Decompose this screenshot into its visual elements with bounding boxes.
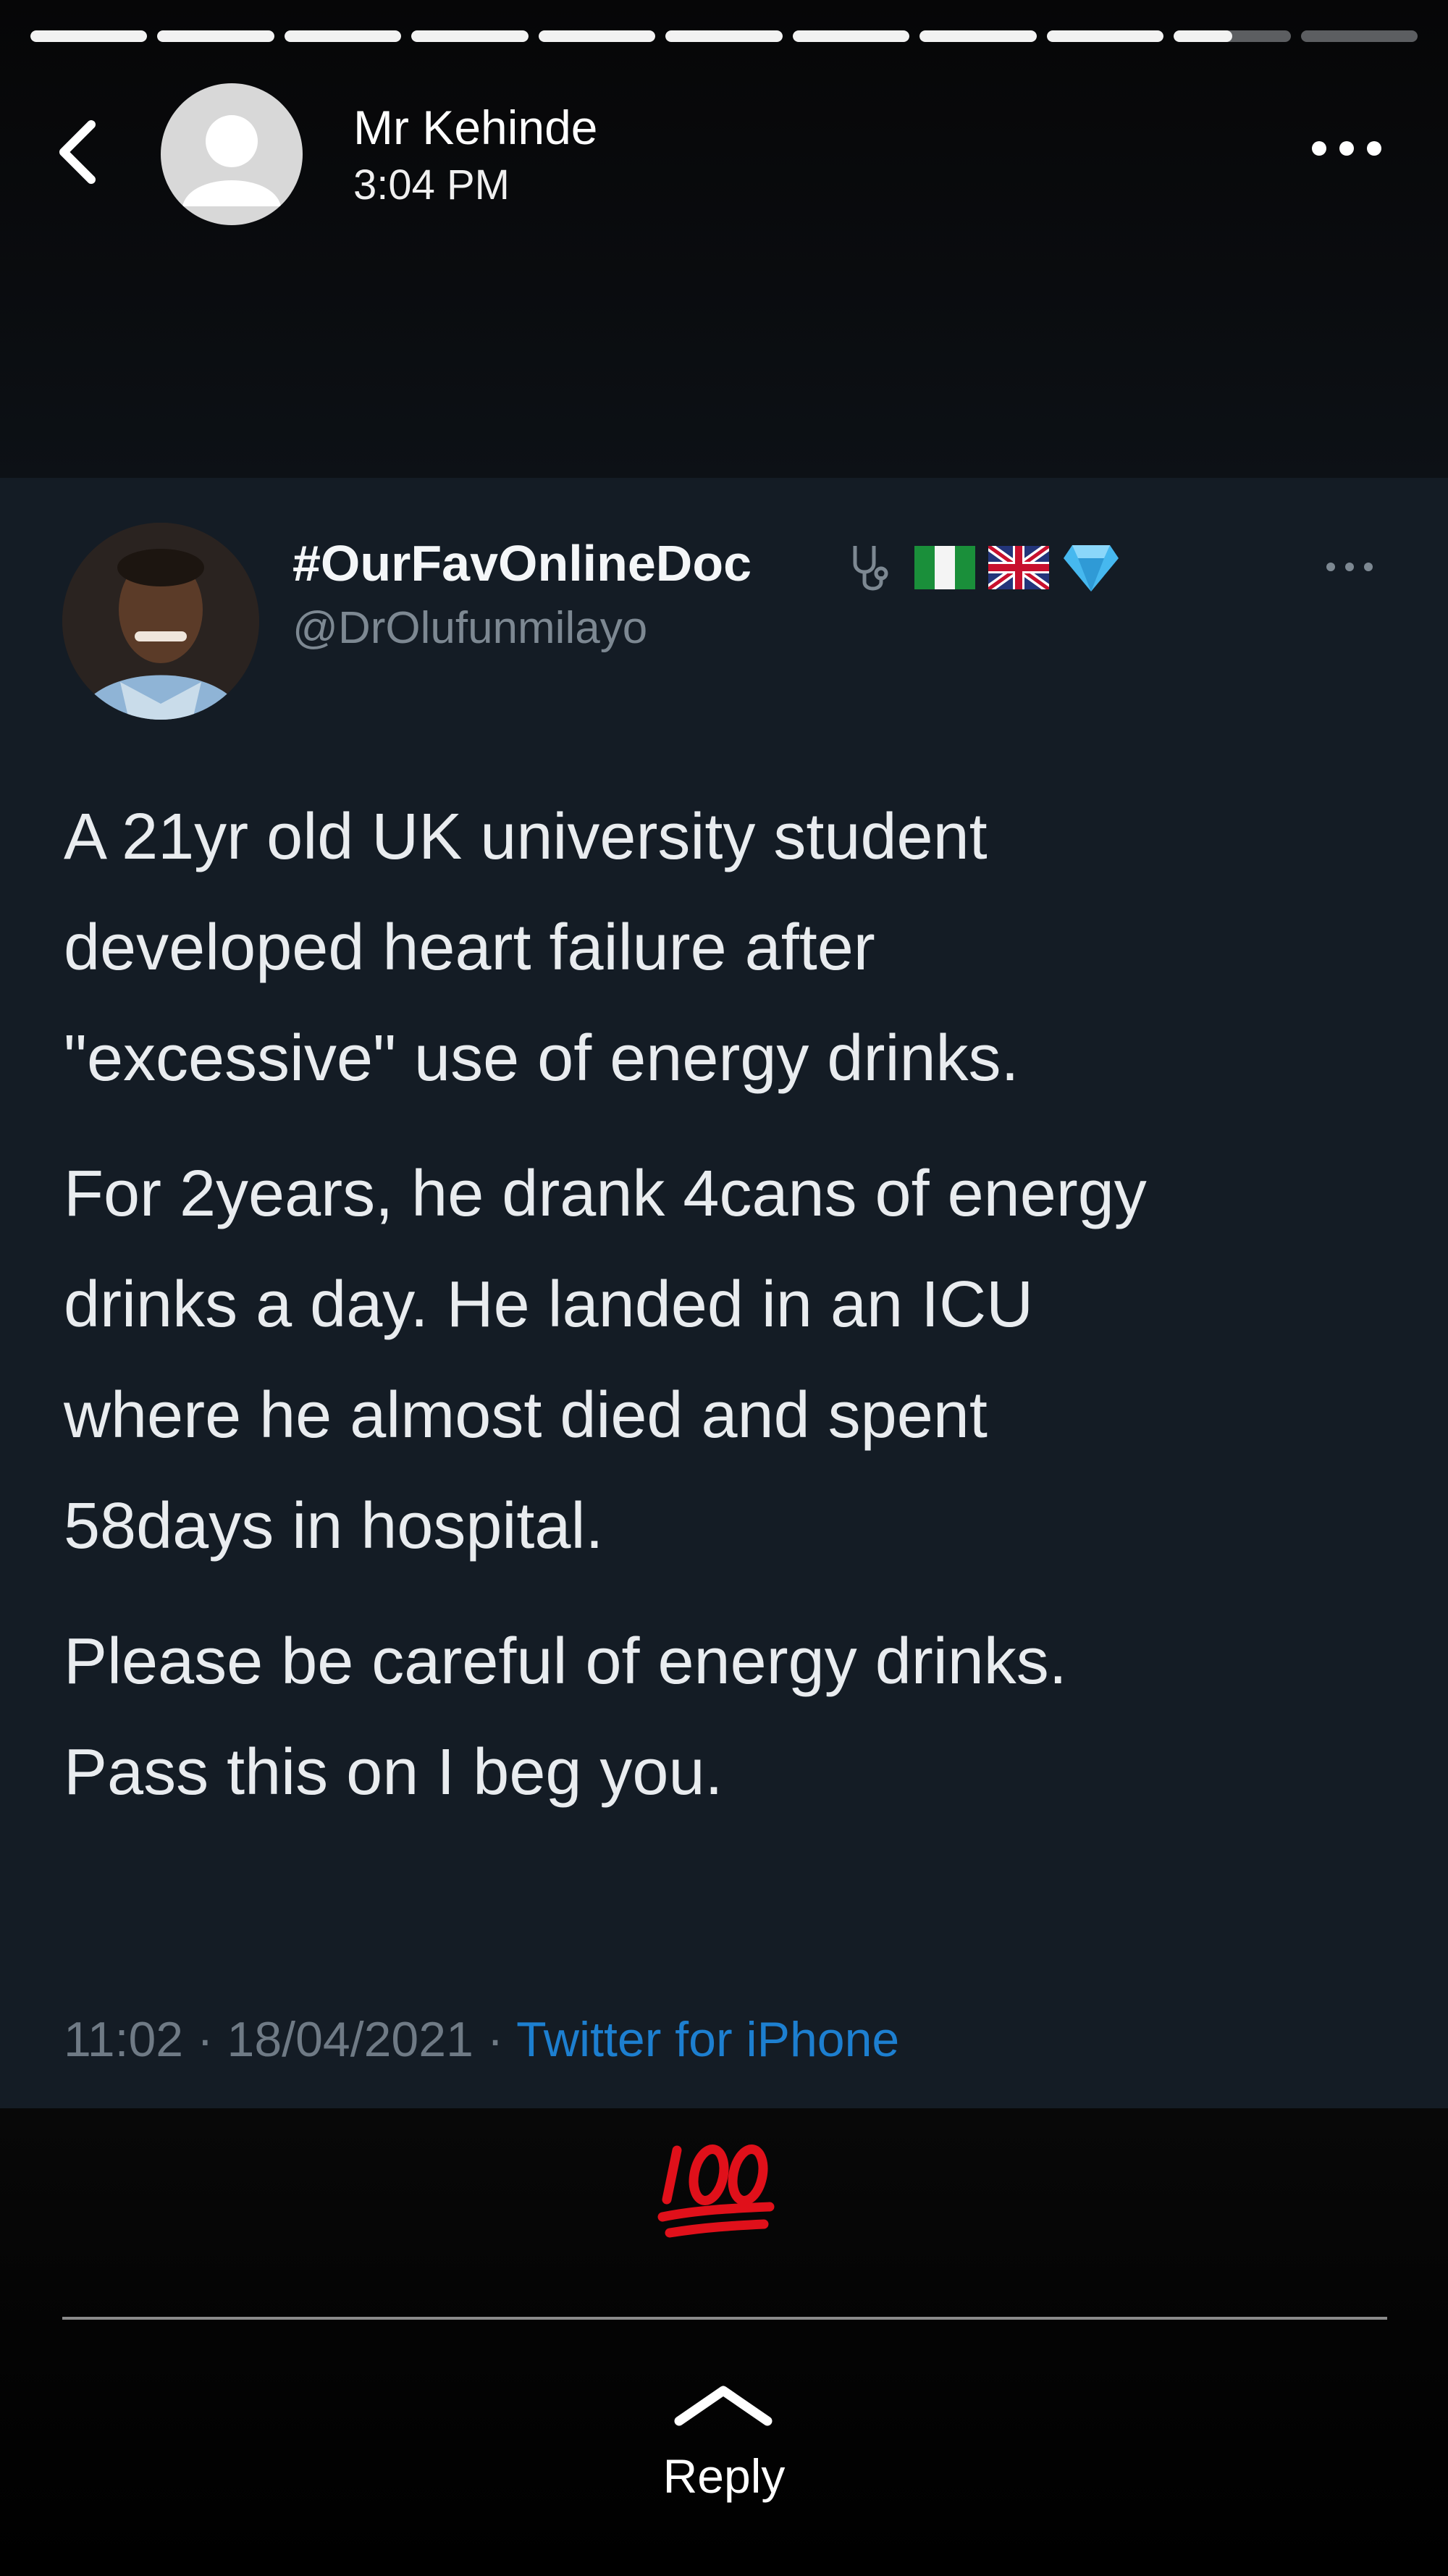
tweet-paragraph: For 2years, he drank 4cans of energy dri… [64, 1139, 1410, 1582]
tweet-body: A 21yr old UK university student develop… [64, 782, 1410, 1828]
reply-divider [62, 2317, 1387, 2320]
story-progress-segment [919, 30, 1037, 42]
tweet-metadata: 11:02 · 18/04/2021 · Twitter for iPhone [64, 2011, 899, 2068]
name-emoji-group [843, 539, 1120, 597]
poster-avatar[interactable] [161, 83, 303, 225]
story-progress-segment [30, 30, 148, 42]
tweet-paragraph: Please be careful of energy drinks. Pass… [64, 1607, 1410, 1828]
story-progress-fill [919, 30, 1037, 42]
hundred-points-emoji-icon [657, 2144, 775, 2238]
tweet-more-icon [1326, 563, 1373, 571]
tweet-line: A 21yr old UK university student [64, 801, 988, 873]
story-progress-fill [1174, 30, 1232, 42]
tweet-screenshot-card: #OurFavOnlineDoc @DrOlufunmilayo A 21yr … [0, 478, 1448, 2108]
uk-flag-icon [988, 546, 1049, 589]
tweet-line: Please be careful of energy drinks. [64, 1625, 1067, 1698]
doctor-portrait-icon [62, 523, 259, 720]
tweet-display-name: #OurFavOnlineDoc [292, 535, 752, 592]
story-progress-fill [284, 30, 402, 42]
chevron-up-icon[interactable] [669, 2379, 778, 2430]
back-chevron-icon[interactable] [43, 109, 116, 195]
story-progress-bars [30, 30, 1418, 42]
story-header-area [0, 0, 1448, 478]
story-progress-fill [538, 30, 656, 42]
story-progress-segment [157, 30, 274, 42]
tweet-source-link: Twitter for iPhone [516, 2012, 900, 2067]
story-progress-fill [30, 30, 148, 42]
tweet-paragraph: A 21yr old UK university student develop… [64, 782, 1410, 1114]
gem-icon [1064, 545, 1119, 592]
tweet-line: where he almost died and spent [64, 1379, 988, 1452]
story-progress-segment [1300, 30, 1418, 42]
tweet-author-avatar [62, 523, 259, 720]
tweet-line: For 2years, he drank 4cans of energy [64, 1158, 1147, 1230]
story-progress-fill [792, 30, 910, 42]
tweet-line: 58days in hospital. [64, 1490, 604, 1562]
nigeria-flag-icon [914, 546, 975, 589]
story-progress-segment [284, 30, 402, 42]
story-progress-fill [665, 30, 783, 42]
tweet-line: drinks a day. He landed in an ICU [64, 1268, 1034, 1341]
post-time: 3:04 PM [353, 161, 510, 209]
poster-name[interactable]: Mr Kehinde [353, 100, 598, 155]
stethoscope-icon [853, 546, 888, 591]
story-progress-fill [411, 30, 529, 42]
story-progress-fill [1046, 30, 1164, 42]
tweet-timestamp: 11:02 · 18/04/2021 · [64, 2012, 517, 2067]
tweet-line: "excessive" use of energy drinks. [64, 1022, 1019, 1095]
tweet-line: Pass this on I beg you. [64, 1736, 723, 1809]
story-progress-segment [538, 30, 656, 42]
story-progress-segment [792, 30, 910, 42]
story-progress-segment [665, 30, 783, 42]
reply-button[interactable]: Reply [0, 2449, 1448, 2504]
story-progress-segment [411, 30, 529, 42]
tweet-line: developed heart failure after [64, 912, 875, 984]
story-progress-fill [157, 30, 274, 42]
story-progress-segment [1046, 30, 1164, 42]
default-user-icon [182, 115, 281, 206]
tweet-handle: @DrOlufunmilayo [292, 603, 648, 653]
more-options-icon[interactable] [1303, 134, 1390, 163]
story-progress-segment [1174, 30, 1291, 42]
